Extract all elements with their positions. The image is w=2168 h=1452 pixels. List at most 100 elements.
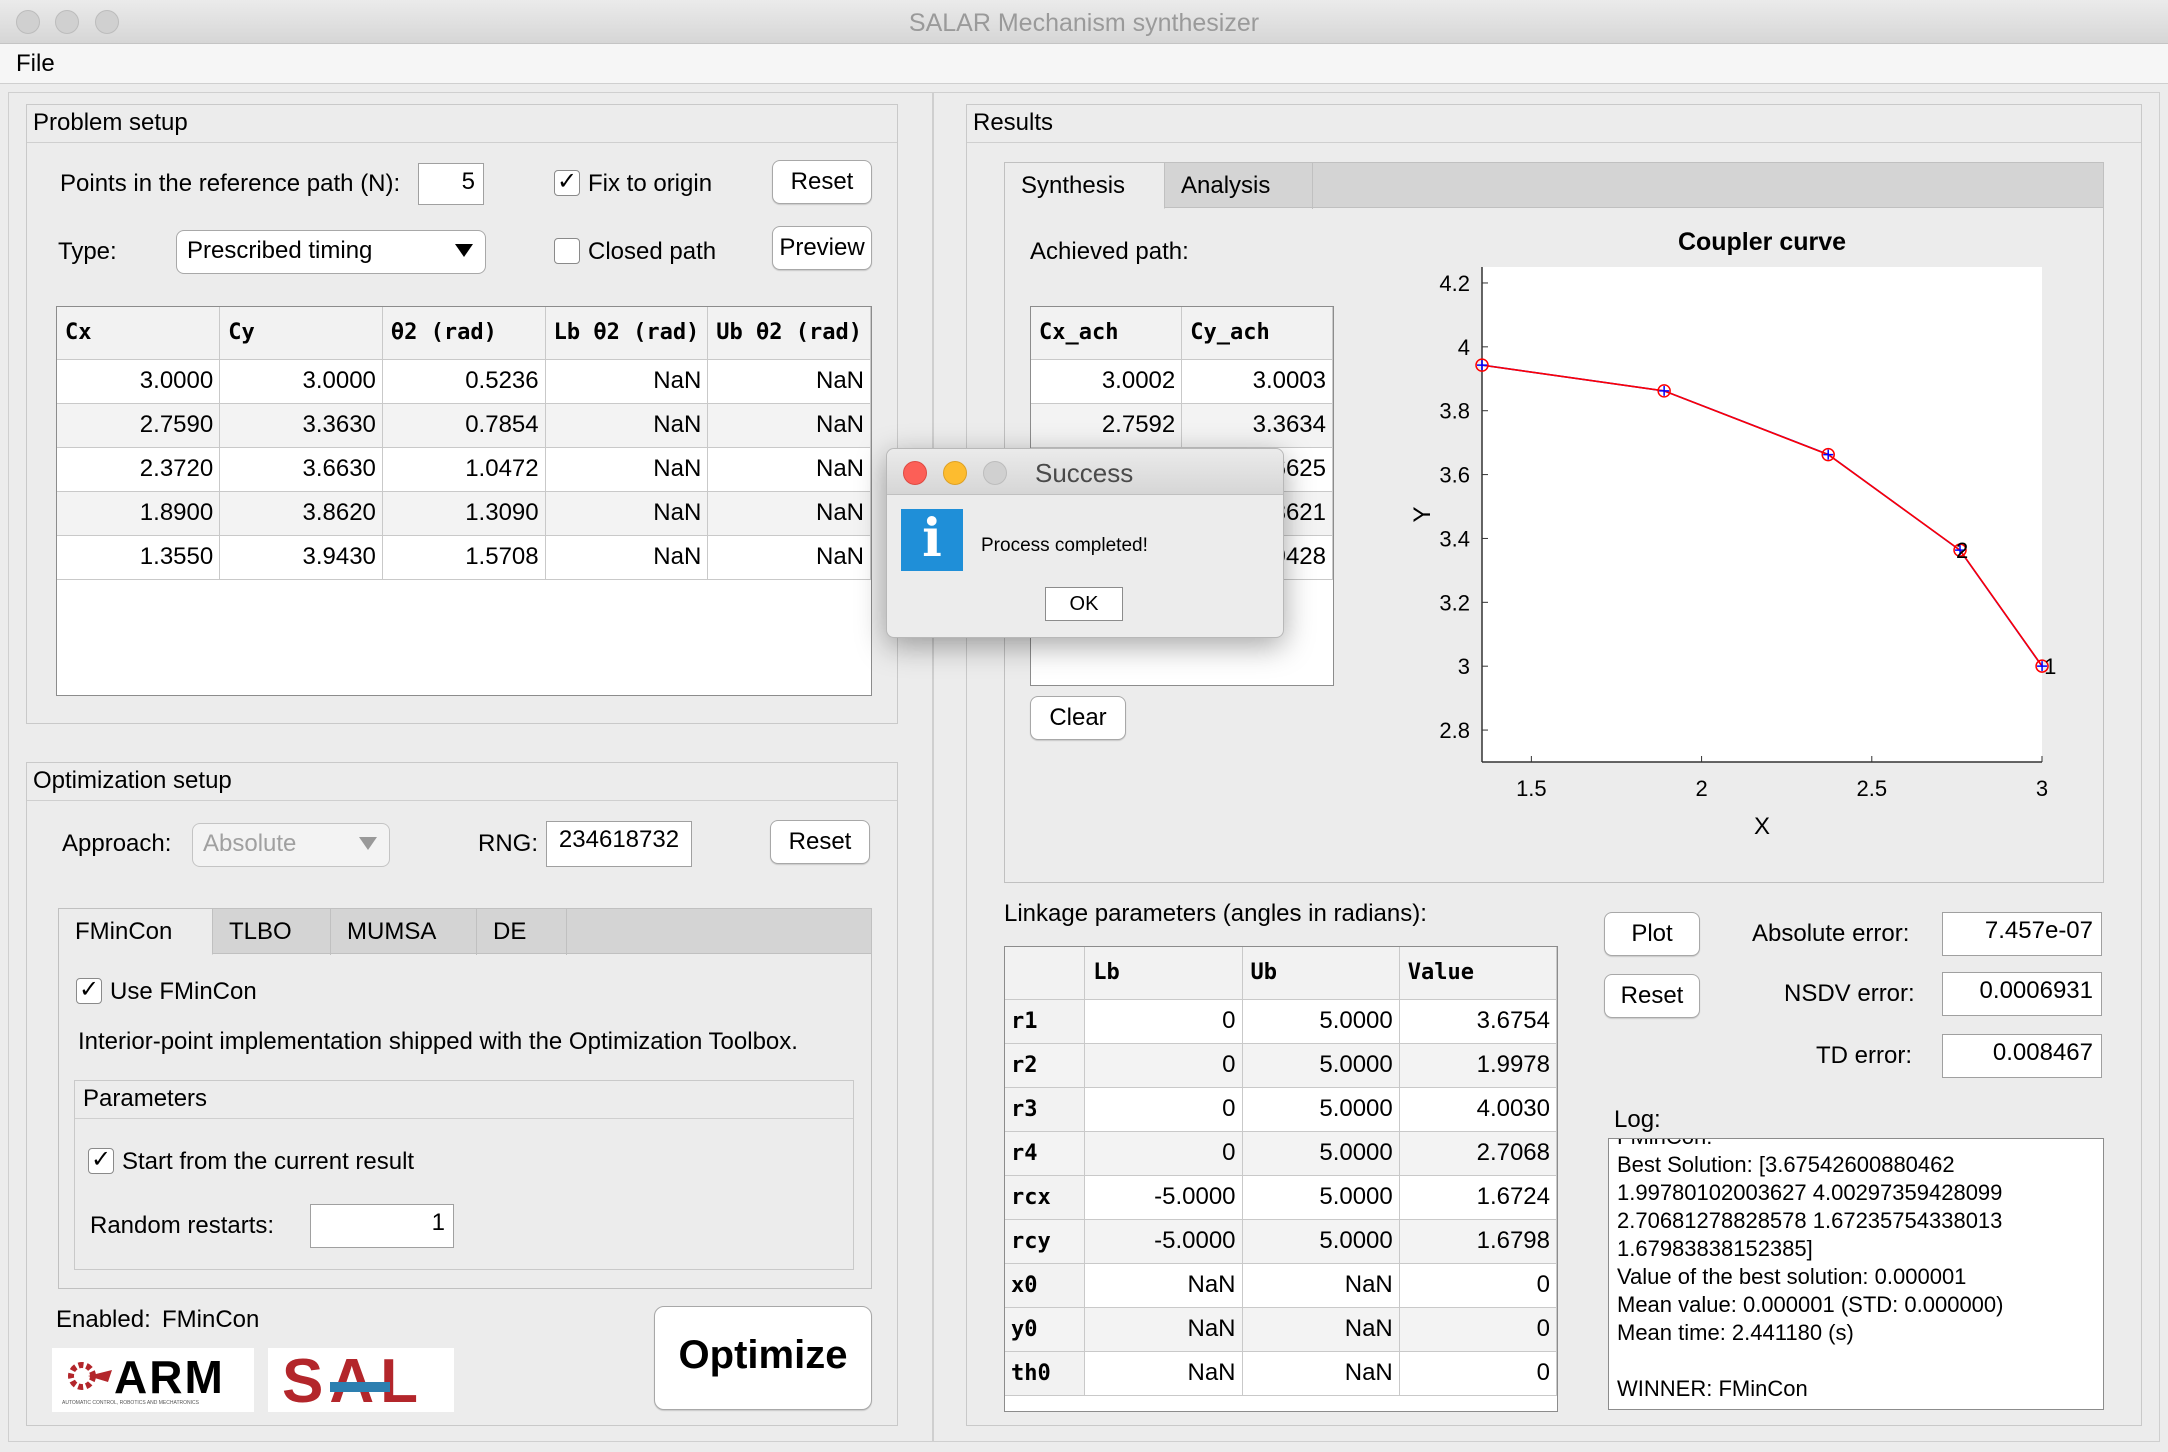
row-header[interactable]: r1 bbox=[1005, 999, 1086, 1044]
column-header[interactable]: Ub bbox=[1242, 947, 1400, 1000]
column-header[interactable]: Lb bbox=[1084, 947, 1243, 1000]
table-cell[interactable]: 4.0030 bbox=[1399, 1087, 1557, 1132]
table-cell[interactable]: 5.0000 bbox=[1242, 1043, 1400, 1088]
table-cell[interactable]: 5.0000 bbox=[1242, 1087, 1400, 1132]
dialog-minimize-button[interactable] bbox=[943, 461, 967, 485]
use-fmincon-checkbox[interactable]: ✓ bbox=[76, 978, 102, 1004]
table-cell[interactable]: 0 bbox=[1399, 1307, 1557, 1352]
table-row[interactable]: r4 0 5.0000 2.7068 bbox=[1005, 1131, 1557, 1176]
table-cell[interactable]: 0.7854 bbox=[382, 403, 546, 448]
reference-path-table[interactable]: Cx Cy θ2 (rad) Lb θ2 (rad) Ub θ2 (rad) 3… bbox=[56, 306, 872, 696]
table-cell[interactable]: 1.3550 bbox=[57, 535, 221, 580]
row-header[interactable]: r3 bbox=[1005, 1087, 1086, 1132]
dialog-close-button[interactable] bbox=[903, 461, 927, 485]
table-cell[interactable]: 2.7068 bbox=[1399, 1131, 1557, 1176]
row-header[interactable]: rcy bbox=[1005, 1219, 1086, 1264]
table-row[interactable]: r3 0 5.0000 4.0030 bbox=[1005, 1087, 1557, 1132]
tab-fmincon[interactable]: FMinCon bbox=[59, 909, 213, 955]
table-row[interactable]: 3.0002 3.0003 bbox=[1031, 359, 1333, 404]
column-header[interactable]: Ub θ2 (rad) bbox=[707, 307, 871, 360]
row-header[interactable]: th0 bbox=[1005, 1351, 1086, 1396]
ok-button[interactable]: OK bbox=[1045, 587, 1123, 621]
log-box[interactable]: FMinCon: Best Solution: [3.6754260088046… bbox=[1608, 1138, 2104, 1410]
table-row[interactable]: 2.3720 3.6630 1.0472 NaN NaN bbox=[57, 447, 871, 492]
table-cell[interactable]: 1.6724 bbox=[1399, 1175, 1557, 1220]
menu-file[interactable]: File bbox=[16, 50, 55, 78]
column-header[interactable] bbox=[1005, 947, 1086, 1000]
table-cell[interactable]: NaN bbox=[545, 535, 709, 580]
table-cell[interactable]: 3.0000 bbox=[57, 359, 221, 404]
table-cell[interactable]: 2.3720 bbox=[57, 447, 221, 492]
column-header[interactable]: θ2 (rad) bbox=[382, 307, 546, 360]
optimize-button[interactable]: Optimize bbox=[654, 1306, 872, 1410]
table-cell[interactable]: NaN bbox=[707, 403, 871, 448]
table-cell[interactable]: NaN bbox=[545, 359, 709, 404]
row-header[interactable]: r4 bbox=[1005, 1131, 1086, 1176]
optim-reset-button[interactable]: Reset bbox=[770, 820, 870, 864]
table-cell[interactable]: -5.0000 bbox=[1084, 1175, 1243, 1220]
absolute-error-field[interactable]: 7.457e-07 bbox=[1942, 912, 2102, 956]
table-cell[interactable]: 1.8900 bbox=[57, 491, 221, 536]
table-row[interactable]: x0 NaN NaN 0 bbox=[1005, 1263, 1557, 1308]
clear-button[interactable]: Clear bbox=[1030, 696, 1126, 740]
rng-input[interactable]: 234618732 bbox=[546, 821, 692, 867]
table-cell[interactable]: NaN bbox=[1242, 1263, 1400, 1308]
fix-origin-checkbox[interactable]: ✓ bbox=[554, 170, 580, 196]
table-row[interactable]: y0 NaN NaN 0 bbox=[1005, 1307, 1557, 1352]
column-header[interactable]: Cx_ach bbox=[1031, 307, 1183, 360]
table-cell[interactable]: 0 bbox=[1399, 1263, 1557, 1308]
table-row[interactable]: rcx -5.0000 5.0000 1.6724 bbox=[1005, 1175, 1557, 1220]
results-reset-button[interactable]: Reset bbox=[1604, 974, 1700, 1018]
table-cell[interactable]: NaN bbox=[1084, 1263, 1243, 1308]
table-cell[interactable]: 5.0000 bbox=[1242, 1175, 1400, 1220]
table-cell[interactable]: NaN bbox=[545, 491, 709, 536]
table-cell[interactable]: 1.5708 bbox=[382, 535, 546, 580]
table-cell[interactable]: 5.0000 bbox=[1242, 1131, 1400, 1176]
row-header[interactable]: x0 bbox=[1005, 1263, 1086, 1308]
random-restarts-input[interactable]: 1 bbox=[310, 1204, 454, 1248]
table-cell[interactable]: 5.0000 bbox=[1242, 999, 1400, 1044]
table-cell[interactable]: NaN bbox=[1084, 1351, 1243, 1396]
table-row[interactable]: 1.3550 3.9430 1.5708 NaN NaN bbox=[57, 535, 871, 580]
table-cell[interactable]: NaN bbox=[707, 491, 871, 536]
tab-de[interactable]: DE bbox=[477, 909, 567, 955]
table-cell[interactable]: NaN bbox=[1084, 1307, 1243, 1352]
table-cell[interactable]: NaN bbox=[545, 403, 709, 448]
column-header[interactable]: Cx bbox=[57, 307, 221, 360]
table-cell[interactable]: 3.6754 bbox=[1399, 999, 1557, 1044]
table-row[interactable]: rcy -5.0000 5.0000 1.6798 bbox=[1005, 1219, 1557, 1264]
table-cell[interactable]: 0.5236 bbox=[382, 359, 546, 404]
table-cell[interactable]: NaN bbox=[545, 447, 709, 492]
preview-button[interactable]: Preview bbox=[772, 226, 872, 270]
table-cell[interactable]: 3.3634 bbox=[1181, 403, 1333, 448]
table-row[interactable]: th0 NaN NaN 0 bbox=[1005, 1351, 1557, 1396]
table-row[interactable]: 2.7592 3.3634 bbox=[1031, 403, 1333, 448]
table-cell[interactable]: 1.3090 bbox=[382, 491, 546, 536]
approach-dropdown[interactable]: Absolute bbox=[192, 823, 390, 867]
row-header[interactable]: rcx bbox=[1005, 1175, 1086, 1220]
tab-synthesis[interactable]: Synthesis bbox=[1005, 163, 1165, 209]
type-dropdown[interactable]: Prescribed timing bbox=[176, 230, 486, 274]
nsdv-error-field[interactable]: 0.0006931 bbox=[1942, 972, 2102, 1016]
table-row[interactable]: 2.7590 3.3630 0.7854 NaN NaN bbox=[57, 403, 871, 448]
table-cell[interactable]: 0 bbox=[1084, 1043, 1243, 1088]
coupler-curve-chart[interactable]: 1.5 2 2.5 3 2.8 3 3.2 3.4 3.6 3.8 4 4.2 Coupler curv… bbox=[1400, 222, 2080, 872]
column-header[interactable]: Cy_ach bbox=[1181, 307, 1333, 360]
table-cell[interactable]: 2.7592 bbox=[1031, 403, 1183, 448]
table-cell[interactable]: 3.0002 bbox=[1031, 359, 1183, 404]
table-cell[interactable]: 1.9978 bbox=[1399, 1043, 1557, 1088]
table-cell[interactable]: 1.6798 bbox=[1399, 1219, 1557, 1264]
table-cell[interactable]: 3.9430 bbox=[219, 535, 383, 580]
table-cell[interactable]: 0 bbox=[1084, 1131, 1243, 1176]
table-cell[interactable]: NaN bbox=[1242, 1351, 1400, 1396]
tab-analysis[interactable]: Analysis bbox=[1165, 163, 1313, 209]
column-header[interactable]: Lb θ2 (rad) bbox=[545, 307, 709, 360]
dialog-zoom-button[interactable] bbox=[983, 461, 1007, 485]
table-cell[interactable]: NaN bbox=[1242, 1307, 1400, 1352]
table-row[interactable]: 1.8900 3.8620 1.3090 NaN NaN bbox=[57, 491, 871, 536]
table-cell[interactable]: 3.0000 bbox=[219, 359, 383, 404]
table-cell[interactable]: 5.0000 bbox=[1242, 1219, 1400, 1264]
row-header[interactable]: r2 bbox=[1005, 1043, 1086, 1088]
tab-mumsa[interactable]: MUMSA bbox=[331, 909, 477, 955]
table-cell[interactable]: NaN bbox=[707, 535, 871, 580]
